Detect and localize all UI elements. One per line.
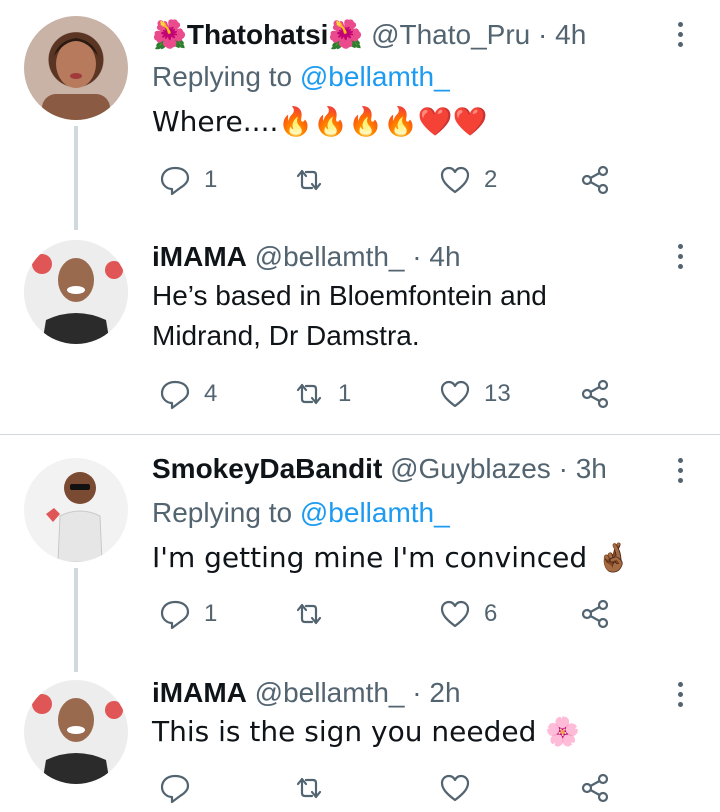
separator-dot: · — [412, 241, 422, 272]
retweet-button[interactable] — [292, 768, 338, 808]
display-name[interactable]: SmokeyDaBandit — [152, 453, 382, 484]
display-name[interactable]: 🌺Thatohatsi🌺 — [152, 19, 363, 50]
thread-connector-line — [74, 126, 78, 230]
display-name[interactable]: iMAMA — [152, 241, 247, 272]
like-icon — [440, 600, 470, 628]
tweet-actions: 4 1 13 — [152, 374, 632, 414]
tweet-actions — [152, 768, 632, 808]
tweet-timestamp[interactable]: 2h — [429, 677, 460, 708]
tweet-imama-1[interactable]: iMAMA @bellamth_ · 4h He’s based in Bloe… — [0, 220, 720, 434]
tweet-text: This is the sign you needed 🌸 — [152, 712, 580, 752]
share-button[interactable] — [578, 768, 612, 808]
tweet-header: SmokeyDaBandit @Guyblazes · 3h — [152, 452, 607, 486]
like-button[interactable]: 6 — [438, 594, 497, 634]
tweet-actions: 1 6 — [152, 594, 632, 634]
share-icon — [581, 165, 609, 195]
share-icon — [581, 773, 609, 803]
retweet-count: 1 — [338, 380, 352, 407]
avatar-portrait-image — [42, 38, 110, 120]
share-button[interactable] — [578, 160, 612, 200]
separator-dot: · — [538, 19, 548, 50]
separator-dot: · — [558, 453, 568, 484]
tweet-smokeydabandit[interactable]: SmokeyDaBandit @Guyblazes · 3h Replying … — [0, 436, 720, 672]
tweet-header: iMAMA @bellamth_ · 2h — [152, 676, 461, 710]
tweet-text: Where....🔥🔥🔥🔥❤️❤️ — [152, 102, 488, 142]
more-options-icon[interactable] — [668, 22, 692, 52]
like-count: 2 — [484, 166, 498, 193]
like-button[interactable]: 13 — [438, 374, 511, 414]
replying-to-mention[interactable]: @bellamth_ — [300, 497, 450, 528]
reply-icon — [160, 774, 190, 804]
tweet-timestamp[interactable]: 4h — [555, 19, 586, 50]
like-icon — [440, 774, 470, 802]
share-icon — [581, 379, 609, 409]
reply-count: 1 — [204, 166, 218, 193]
tweet-text-content: I'm getting mine I'm convinced 🤞🏾 — [152, 541, 631, 574]
tweet-header: iMAMA @bellamth_ · 4h — [152, 240, 461, 274]
like-icon — [440, 166, 470, 194]
reply-button[interactable]: 4 — [158, 374, 217, 414]
tweet-text-content: Where....🔥🔥🔥🔥❤️❤️ — [152, 105, 488, 138]
tweet-text-line: Midrand, Dr Damstra. — [152, 320, 420, 351]
tweet-text-line: He’s based in Bloemfontein and — [152, 280, 547, 311]
replying-to-label: Replying to — [152, 61, 300, 92]
tweet-timestamp[interactable]: 3h — [576, 453, 607, 484]
more-options-icon[interactable] — [668, 682, 692, 712]
retweet-icon — [296, 777, 322, 799]
more-options-icon[interactable] — [668, 458, 692, 488]
replying-to-label: Replying to — [152, 497, 300, 528]
avatar-memoji-image — [24, 458, 128, 562]
reply-button[interactable] — [158, 768, 204, 808]
avatar-portrait-image — [24, 680, 128, 784]
user-handle[interactable]: @bellamth_ — [255, 677, 405, 708]
share-button[interactable] — [578, 594, 612, 634]
retweet-button[interactable] — [292, 594, 338, 634]
replying-to-mention[interactable]: @bellamth_ — [300, 61, 450, 92]
reply-icon — [160, 380, 190, 410]
tweet-imama-2[interactable]: iMAMA @bellamth_ · 2h This is the sign y… — [0, 660, 720, 812]
tweet-timestamp[interactable]: 4h — [429, 241, 460, 272]
reply-button[interactable]: 1 — [158, 594, 217, 634]
thread-divider — [0, 434, 720, 435]
retweet-icon — [296, 603, 322, 625]
tweet-text-content: This is the sign you needed 🌸 — [152, 715, 581, 748]
retweet-icon — [296, 383, 322, 405]
more-options-icon[interactable] — [668, 244, 692, 274]
retweet-button[interactable]: 1 — [292, 374, 351, 414]
tweet-header: 🌺Thatohatsi🌺 @Thato_Pru · 4h — [152, 18, 586, 52]
reply-icon — [160, 600, 190, 630]
thread-connector-line — [74, 568, 78, 672]
tweet-thatohatsi[interactable]: 🌺Thatohatsi🌺 @Thato_Pru · 4h Replying to… — [0, 0, 720, 230]
like-icon — [440, 380, 470, 408]
reply-count: 1 — [204, 600, 218, 627]
avatar-portrait-image — [24, 240, 128, 344]
avatar-imama[interactable] — [24, 680, 128, 784]
display-name[interactable]: iMAMA — [152, 677, 247, 708]
tweet-text: He’s based in Bloemfontein and Midrand, … — [152, 276, 547, 356]
reply-count: 4 — [204, 380, 218, 407]
reply-button[interactable]: 1 — [158, 160, 217, 200]
retweet-icon — [296, 169, 322, 191]
user-handle[interactable]: @Guyblazes — [390, 453, 551, 484]
reply-icon — [160, 166, 190, 196]
user-handle[interactable]: @Thato_Pru — [371, 19, 530, 50]
replying-to: Replying to @bellamth_ — [152, 496, 450, 530]
like-count: 6 — [484, 600, 498, 627]
separator-dot: · — [412, 677, 422, 708]
replying-to: Replying to @bellamth_ — [152, 60, 450, 94]
like-count: 13 — [484, 380, 511, 407]
share-icon — [581, 599, 609, 629]
avatar-thatohatsi[interactable] — [24, 16, 128, 120]
tweet-actions: 1 2 — [152, 160, 632, 200]
like-button[interactable] — [438, 768, 484, 808]
tweet-text: I'm getting mine I'm convinced 🤞🏾 — [152, 538, 631, 578]
like-button[interactable]: 2 — [438, 160, 497, 200]
share-button[interactable] — [578, 374, 612, 414]
user-handle[interactable]: @bellamth_ — [255, 241, 405, 272]
avatar-imama[interactable] — [24, 240, 128, 344]
avatar-smokeydabandit[interactable] — [24, 458, 128, 562]
retweet-button[interactable] — [292, 160, 338, 200]
